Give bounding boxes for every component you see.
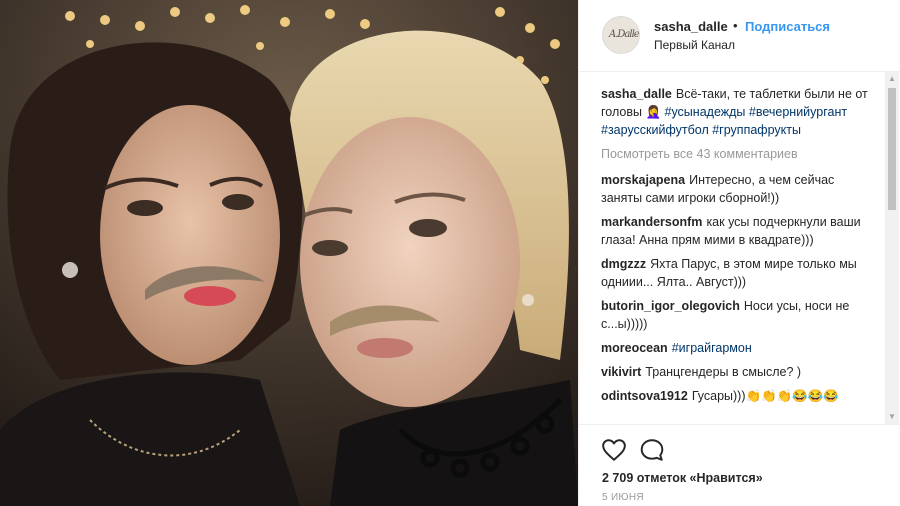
comments-scrollbar[interactable]: ▲ ▼	[885, 72, 899, 424]
comment-username[interactable]: butorin_igor_olegovich	[601, 299, 740, 313]
comment-username[interactable]: vikivirt	[601, 365, 641, 379]
comment-username[interactable]: dmgzzz	[601, 257, 646, 271]
comment-username[interactable]: moreocean	[601, 341, 668, 355]
comment-username[interactable]: markandersonfm	[601, 215, 702, 229]
post-side-panel: A.Dalle sasha_dalle • Подписаться Первый…	[578, 0, 900, 506]
comment-item: dmgzzz Яхта Парус, в этом мире только мы …	[601, 255, 873, 291]
comments-list: sasha_dalle Всё-таки, те таблетки были не…	[601, 85, 873, 411]
comment-username[interactable]: odintsova1912	[601, 389, 688, 403]
triangle-down-icon[interactable]: ▼	[885, 410, 899, 424]
comment-item: odintsova1912 Гусары)))👏👏👏😂😂😂	[601, 387, 873, 405]
post-header: A.Dalle sasha_dalle • Подписаться Первый…	[579, 0, 900, 72]
caption: sasha_dalle Всё-таки, те таблетки были не…	[601, 85, 873, 139]
post-actions: 2 709 отметок «Нравится» 5 июня	[579, 424, 900, 506]
likes-count[interactable]: 2 709 отметок «Нравится»	[602, 471, 763, 485]
follow-button[interactable]: Подписаться	[745, 19, 830, 34]
comment-item: butorin_igor_olegovich Носи усы, носи не …	[601, 297, 873, 333]
comment-username[interactable]: morskajapena	[601, 173, 685, 187]
comment-item: markandersonfm как усы подчеркнули ваши г…	[601, 213, 873, 249]
avatar[interactable]: A.Dalle	[602, 16, 640, 54]
post-date: 5 июня	[602, 492, 644, 503]
hashtag-link[interactable]: #группафрукты	[712, 123, 801, 137]
selfie-image	[0, 0, 578, 506]
header-separator: •	[733, 18, 738, 33]
scrollbar-thumb[interactable]	[888, 88, 896, 210]
post-photo[interactable]	[0, 0, 578, 506]
hashtag-link[interactable]: #вечернийургант	[749, 105, 847, 119]
header-username[interactable]: sasha_dalle	[654, 19, 728, 34]
hashtag-link[interactable]: #усынадежды	[665, 105, 746, 119]
speech-bubble-icon[interactable]	[639, 437, 667, 465]
comment-item: morskajapena Интересно, а чем сейчас заня…	[601, 171, 873, 207]
comment-text: Гусары)))👏👏👏😂😂😂	[691, 389, 839, 403]
view-all-comments-link[interactable]: Посмотреть все 43 комментариев	[601, 145, 873, 163]
comment-item: vikivirt Транцгендеры в смысле? )	[601, 363, 873, 381]
heart-outline-icon[interactable]	[601, 437, 629, 465]
comment-item: moreocean #играйгармон	[601, 339, 873, 357]
comment-text: Транцгендеры в смысле? )	[645, 365, 802, 379]
avatar-signature: A.Dalle	[609, 29, 639, 40]
triangle-up-icon[interactable]: ▲	[885, 72, 899, 86]
comment-hashtag-link[interactable]: #играйгармон	[672, 341, 752, 355]
caption-username[interactable]: sasha_dalle	[601, 87, 672, 101]
location-link[interactable]: Первый Канал	[654, 38, 735, 52]
comments-section[interactable]: sasha_dalle Всё-таки, те таблетки были не…	[579, 72, 900, 424]
hashtag-link[interactable]: #зарусскийфутбол	[601, 123, 709, 137]
